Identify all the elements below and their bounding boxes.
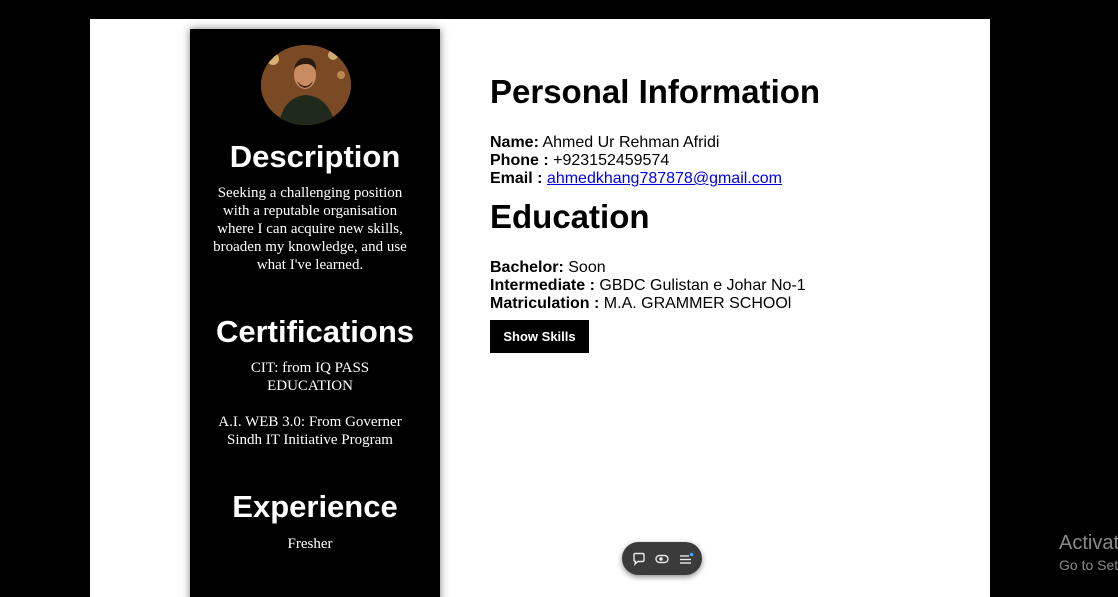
- profile-avatar: [261, 45, 351, 125]
- phone-label: Phone :: [490, 152, 549, 169]
- personal-info-heading: Personal Information: [490, 73, 821, 110]
- experience-text: Fresher: [287, 536, 333, 552]
- intermediate-value: GBDC Gulistan e Johar No-1: [599, 277, 806, 294]
- activate-subtitle: Go to Set: [1059, 557, 1118, 573]
- email-link[interactable]: ahmedkhang787878@gmail.com: [547, 170, 782, 187]
- eye-toggle-icon[interactable]: [654, 551, 670, 567]
- activate-title: Activat: [1059, 532, 1118, 554]
- description-heading: Description: [229, 139, 401, 174]
- certification-item: CIT: from IQ PASS EDUCATION: [250, 360, 370, 394]
- resume-page: Description Seeking a challenging positi…: [90, 19, 990, 597]
- description-text: Seeking a challenging position with a re…: [213, 185, 407, 273]
- certification-item: A.I. WEB 3.0: From Governer Sindh IT Ini…: [218, 414, 402, 448]
- name-label: Name:: [490, 134, 539, 151]
- matriculation-value: M.A. GRAMMER SCHOOl: [603, 295, 792, 312]
- phone-value: +923152459574: [553, 152, 670, 169]
- education-heading: Education: [490, 198, 650, 235]
- intermediate-label: Intermediate :: [490, 277, 595, 294]
- email-label: Email :: [490, 170, 543, 187]
- certifications-heading: Certifications: [215, 314, 415, 349]
- floating-toolbar: [622, 542, 702, 575]
- bachelor-value: Soon: [568, 259, 606, 276]
- sidebar: Description Seeking a challenging positi…: [190, 29, 440, 597]
- name-row: Name: Ahmed Ur Rehman Afridi: [490, 134, 719, 152]
- email-row: Email : ahmedkhang787878@gmail.com: [490, 170, 782, 188]
- matriculation-label: Matriculation :: [490, 295, 600, 312]
- menu-list-icon[interactable]: [678, 551, 694, 567]
- chat-bubble-icon[interactable]: [631, 551, 647, 567]
- matriculation-row: Matriculation : M.A. GRAMMER SCHOOl: [490, 295, 791, 313]
- bachelor-label: Bachelor:: [490, 259, 564, 276]
- experience-heading: Experience: [232, 489, 398, 524]
- bachelor-row: Bachelor: Soon: [490, 259, 606, 277]
- intermediate-row: Intermediate : GBDC Gulistan e Johar No-…: [490, 277, 806, 295]
- show-skills-button[interactable]: Show Skills: [490, 320, 589, 353]
- activate-windows-watermark: Activat Go to Set: [1059, 531, 1118, 575]
- phone-row: Phone : +923152459574: [490, 152, 669, 170]
- name-value: Ahmed Ur Rehman Afridi: [542, 134, 720, 151]
